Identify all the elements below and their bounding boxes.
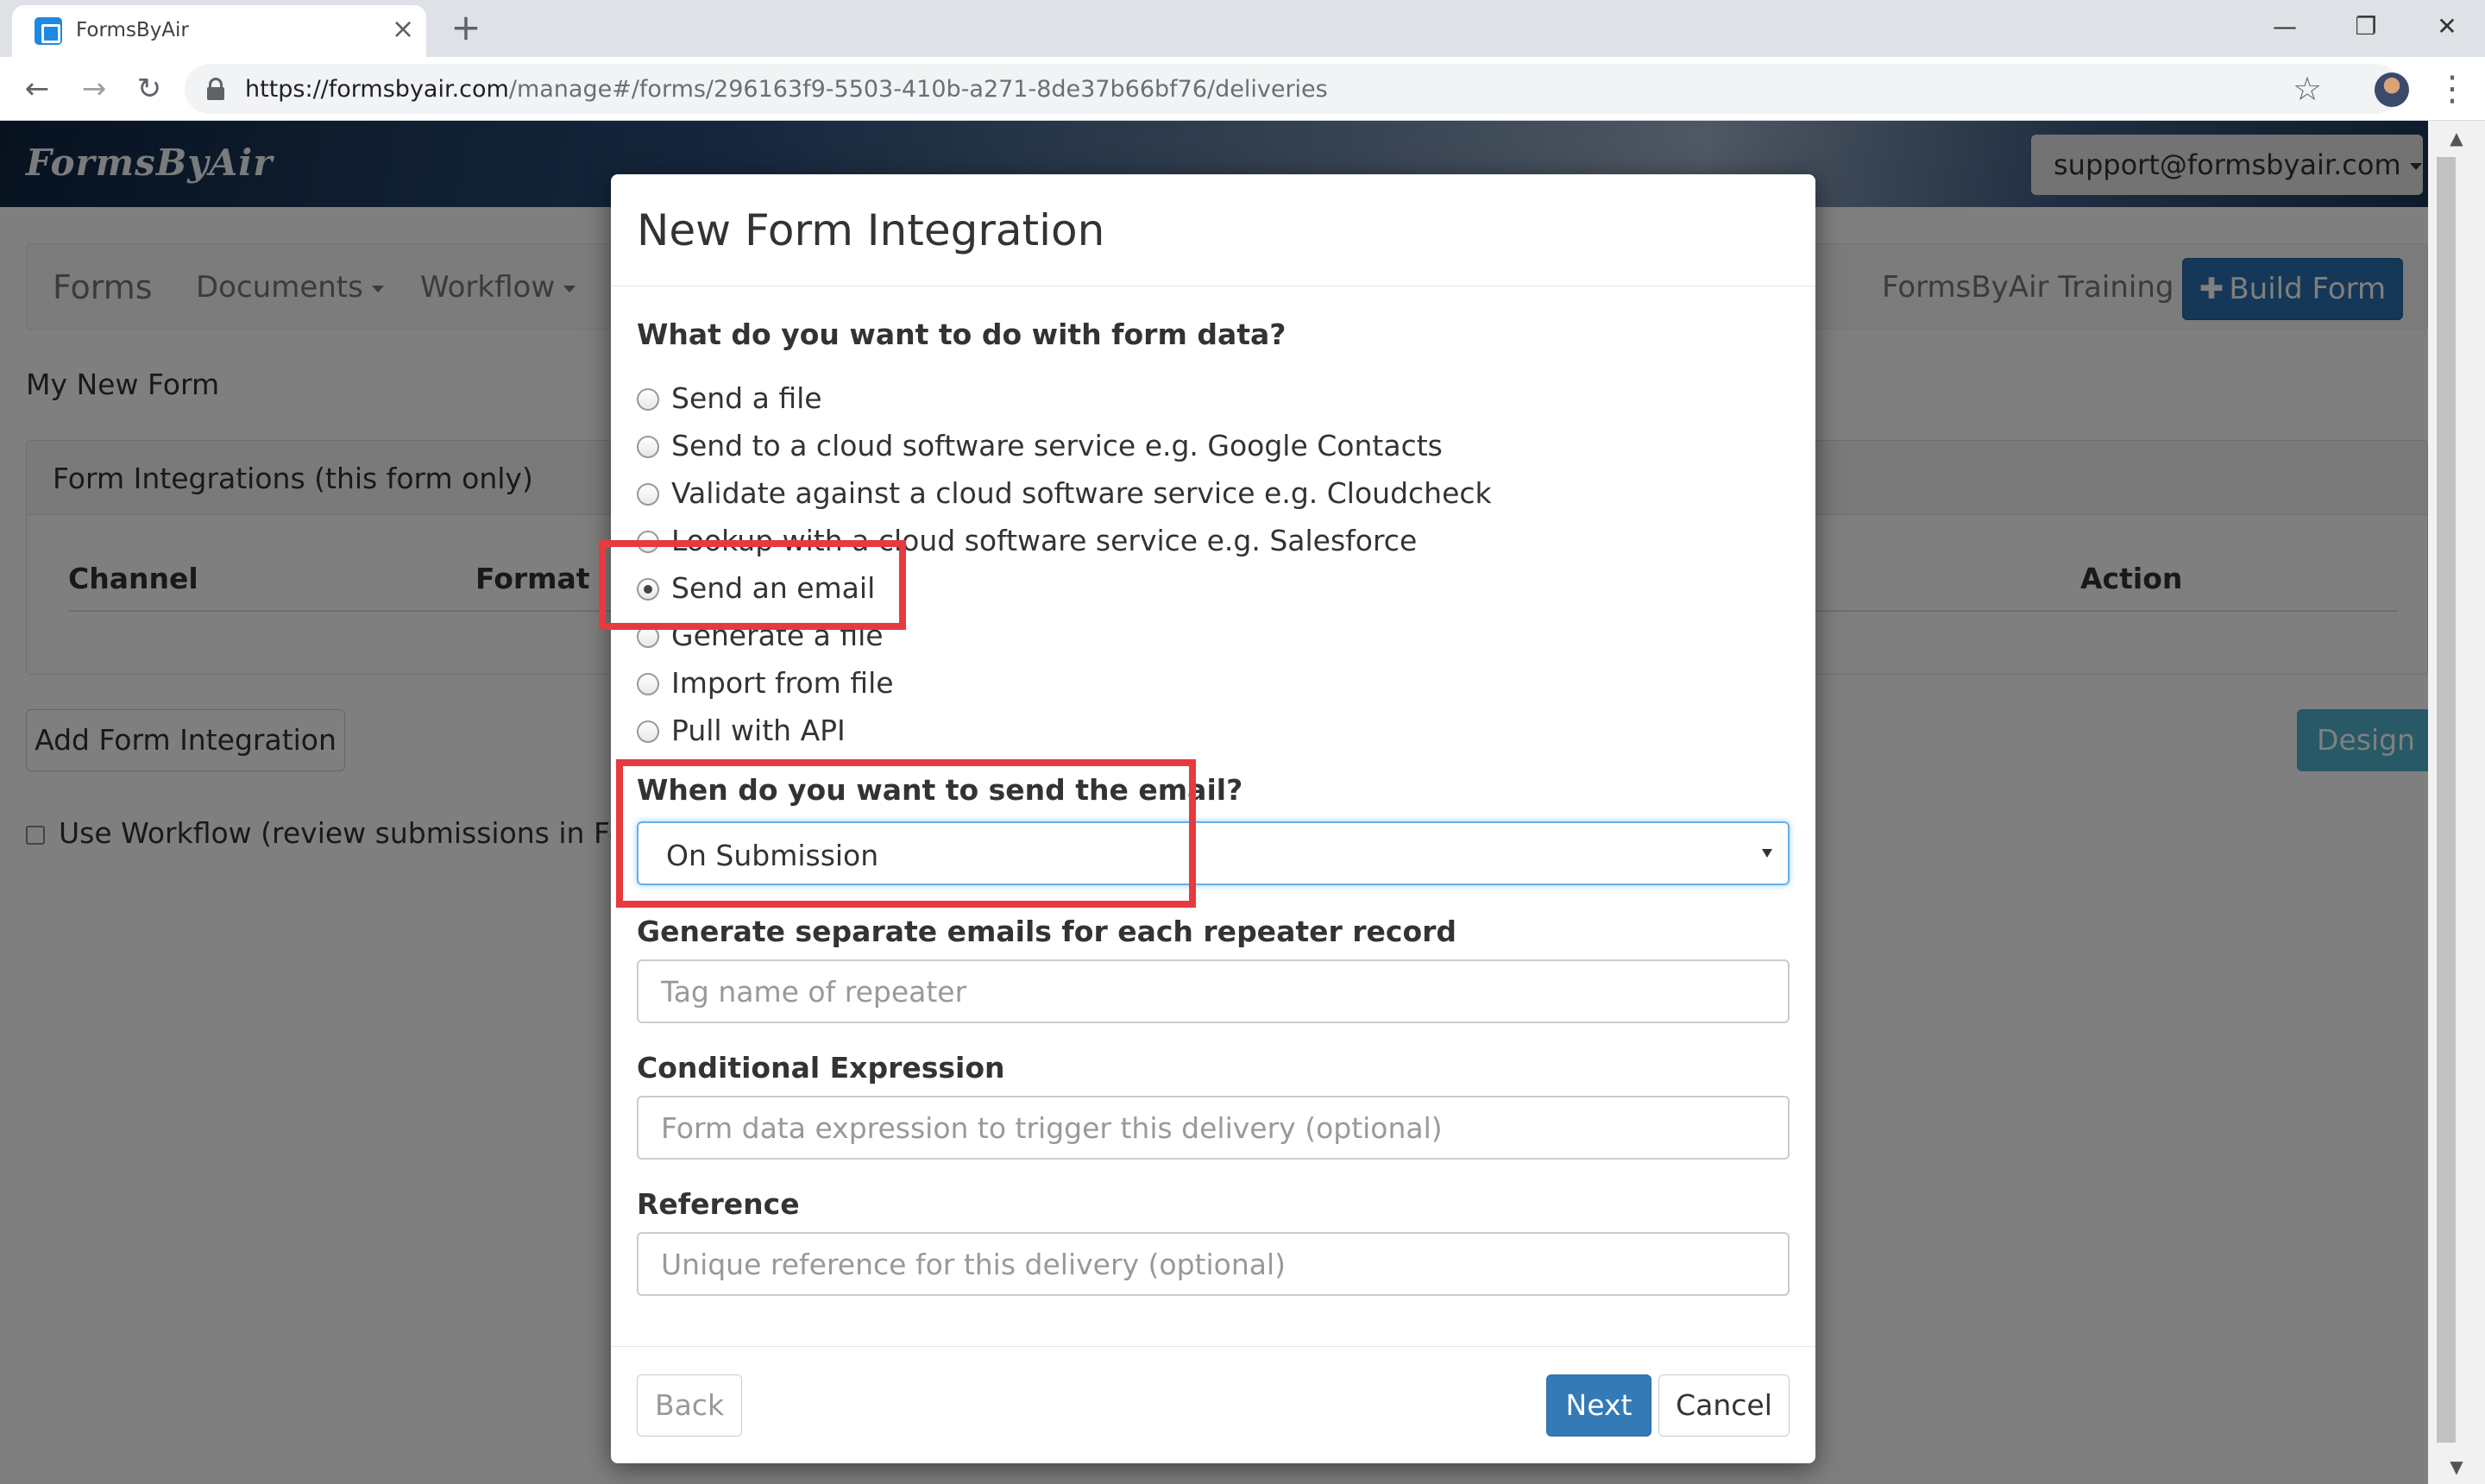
browser-toolbar: ← → ↻ https://formsbyair.com/manage#/for… [0, 57, 2485, 121]
modal-footer: Back Next Cancel [611, 1346, 1815, 1463]
scroll-down-icon[interactable]: ▼ [2428, 1449, 2485, 1484]
new-form-integration-dialog: New Form Integration What do you want to… [611, 174, 1815, 1463]
send-when-select[interactable]: On Submission [637, 821, 1790, 885]
scrollbar-thumb[interactable] [2437, 157, 2456, 1443]
profile-avatar[interactable] [2375, 72, 2409, 107]
radio-button[interactable] [637, 531, 659, 553]
radio-option-label: Send to a cloud software service e.g. Go… [671, 429, 1443, 462]
page-scrollbar[interactable]: ▲ ▼ [2428, 121, 2485, 1484]
address-bar[interactable]: https://formsbyair.com/manage#/forms/296… [185, 64, 2400, 114]
browser-tab[interactable]: FormsByAir × [12, 5, 426, 57]
radio-button[interactable] [637, 578, 659, 601]
minimize-icon[interactable]: — [2259, 5, 2311, 48]
radio-button[interactable] [637, 673, 659, 695]
radio-option-label: Pull with API [671, 714, 846, 747]
radio-option-label: Validate against a cloud software servic… [671, 476, 1492, 510]
modal-title: New Form Integration [637, 205, 1105, 255]
radio-button[interactable] [637, 436, 659, 458]
close-tab-icon[interactable]: × [388, 14, 418, 43]
radio-button[interactable] [637, 483, 659, 506]
forward-arrow-icon[interactable]: → [72, 67, 116, 110]
scroll-up-icon[interactable]: ▲ [2428, 121, 2485, 155]
favicon-icon [35, 17, 62, 45]
send-when-value: On Submission [666, 839, 879, 872]
radio-button[interactable] [637, 626, 659, 648]
modal-header: New Form Integration [611, 174, 1815, 286]
next-button[interactable]: Next [1546, 1374, 1651, 1437]
radio-option-label: Generate a file [671, 619, 884, 652]
radio-button[interactable] [637, 720, 659, 743]
reference-label: Reference [637, 1187, 800, 1221]
reload-icon[interactable]: ↻ [128, 67, 171, 110]
repeater-label: Generate separate emails for each repeat… [637, 915, 1457, 948]
radio-option-label: Send a file [671, 381, 822, 415]
new-tab-icon[interactable]: + [449, 9, 483, 47]
repeater-input[interactable] [637, 959, 1790, 1023]
lock-icon [207, 78, 224, 100]
back-arrow-icon[interactable]: ← [16, 67, 59, 110]
bookmark-star-icon[interactable]: ☆ [2290, 67, 2325, 110]
browser-menu-icon[interactable]: ⋮ [2435, 67, 2469, 110]
radio-button[interactable] [637, 388, 659, 411]
conditional-expression-input[interactable] [637, 1096, 1790, 1160]
reference-input[interactable] [637, 1232, 1790, 1296]
back-button[interactable]: Back [637, 1374, 742, 1437]
tab-title: FormsByAir [76, 19, 189, 41]
data-action-question: What do you want to do with form data? [637, 318, 1287, 351]
window-close-icon[interactable]: ✕ [2421, 5, 2473, 48]
cancel-button[interactable]: Cancel [1658, 1374, 1790, 1437]
dropdown-arrow-icon [1762, 849, 1772, 858]
browser-tab-strip: FormsByAir × + — ❐ ✕ [0, 0, 2485, 57]
radio-option-label: Lookup with a cloud software service e.g… [671, 524, 1418, 557]
radio-option-label: Send an email [671, 571, 876, 605]
radio-option-label: Import from file [671, 666, 894, 700]
conditional-expression-label: Conditional Expression [637, 1051, 1005, 1085]
restore-icon[interactable]: ❐ [2340, 5, 2392, 48]
url-text: https://formsbyair.com/manage#/forms/296… [245, 76, 1328, 103]
send-when-question: When do you want to send the email? [637, 773, 1243, 807]
